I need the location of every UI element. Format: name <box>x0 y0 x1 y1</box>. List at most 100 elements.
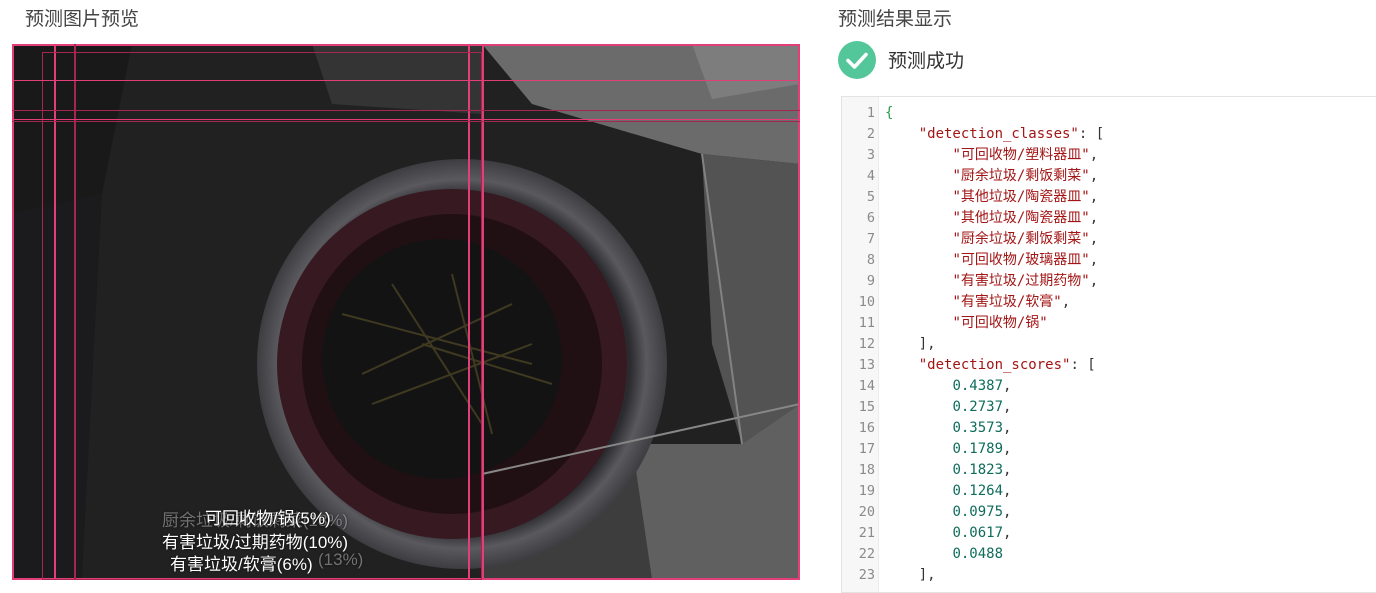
code-token: , <box>1089 168 1099 184</box>
line-number: 15 <box>858 399 875 415</box>
code-line: 23 ], <box>842 565 1376 586</box>
code-text: ], <box>885 334 936 355</box>
code-line: 1{ <box>842 103 1376 124</box>
code-text: "可回收物/塑料器皿", <box>885 145 1098 166</box>
code-text: "其他垃圾/陶瓷器皿", <box>885 187 1098 208</box>
line-number: 22 <box>858 546 875 562</box>
code-lines: 1{2 "detection_classes": [3 "可回收物/塑料器皿",… <box>842 103 1376 586</box>
code-text: "厨余垃圾/剩饭剩菜", <box>885 229 1098 250</box>
line-number: 2 <box>866 126 875 142</box>
code-line: 19 0.1264, <box>842 481 1376 502</box>
code-token: , <box>1003 420 1012 436</box>
code-token: 0.3573 <box>952 420 1004 436</box>
line-number: 8 <box>866 252 875 268</box>
line-number: 19 <box>858 483 875 499</box>
line-number: 17 <box>858 441 875 457</box>
line-number: 3 <box>866 147 875 163</box>
code-text: 0.1264, <box>885 481 1011 502</box>
code-token: , <box>1003 483 1012 499</box>
code-token: , <box>1089 231 1099 247</box>
code-token: 0.4387 <box>952 378 1004 394</box>
code-text: "有害垃圾/软膏", <box>885 292 1070 313</box>
code-token: "有害垃圾/软膏" <box>952 294 1062 310</box>
code-token: ], <box>918 336 936 352</box>
code-token: : [ <box>1070 357 1096 373</box>
code-text: "detection_classes": [ <box>885 124 1104 145</box>
code-token: 0.0975 <box>952 504 1004 520</box>
line-number: 1 <box>866 105 875 121</box>
line-number: 16 <box>858 420 875 436</box>
code-token: , <box>1003 441 1012 457</box>
code-line: 10 "有害垃圾/软膏", <box>842 292 1376 313</box>
code-token: "detection_classes" <box>918 126 1079 142</box>
code-token: , <box>1089 210 1099 226</box>
code-text: 0.0617, <box>885 523 1011 544</box>
code-line: 6 "其他垃圾/陶瓷器皿", <box>842 208 1376 229</box>
code-text: ], <box>885 565 936 586</box>
detection-label: 可回收物/锅(5%) <box>205 509 331 528</box>
code-token: { <box>885 105 894 121</box>
code-text: "可回收物/锅" <box>885 313 1048 334</box>
line-number: 6 <box>866 210 875 226</box>
code-text: 0.1823, <box>885 460 1011 481</box>
code-token: 0.1264 <box>952 483 1004 499</box>
line-number: 4 <box>866 168 875 184</box>
detection-label: 有害垃圾/软膏(6%) <box>170 555 313 574</box>
code-text: 0.1789, <box>885 439 1011 460</box>
preview-title: 预测图片预览 <box>25 8 140 30</box>
code-token: 0.1823 <box>952 462 1004 478</box>
json-viewer[interactable]: 1{2 "detection_classes": [3 "可回收物/塑料器皿",… <box>841 96 1376 593</box>
line-number: 14 <box>858 378 875 394</box>
code-text: 0.3573, <box>885 418 1011 439</box>
code-token: , <box>1003 399 1012 415</box>
code-text: 0.0488 <box>885 544 1003 565</box>
code-token: , <box>1003 378 1012 394</box>
line-number: 5 <box>866 189 875 205</box>
code-token: "其他垃圾/陶瓷器皿" <box>952 189 1090 205</box>
code-token: , <box>1003 504 1012 520</box>
code-token: "可回收物/玻璃器皿" <box>952 252 1090 268</box>
code-line: 20 0.0975, <box>842 502 1376 523</box>
code-token: , <box>1089 252 1099 268</box>
code-line: 2 "detection_classes": [ <box>842 124 1376 145</box>
code-token: "有害垃圾/过期药物" <box>952 273 1090 289</box>
code-text: "有害垃圾/过期药物", <box>885 271 1098 292</box>
code-token: "detection_scores" <box>918 357 1071 373</box>
code-line: 8 "可回收物/玻璃器皿", <box>842 250 1376 271</box>
code-token: "厨余垃圾/剩饭剩菜" <box>952 231 1090 247</box>
code-token: 0.2737 <box>952 399 1004 415</box>
code-line: 17 0.1789, <box>842 439 1376 460</box>
code-line: 3 "可回收物/塑料器皿", <box>842 145 1376 166</box>
code-line: 18 0.1823, <box>842 460 1376 481</box>
code-line: 21 0.0617, <box>842 523 1376 544</box>
status-text: 预测成功 <box>888 50 965 72</box>
code-line: 4 "厨余垃圾/剩饭剩菜", <box>842 166 1376 187</box>
code-token: ], <box>918 567 936 583</box>
code-line: 5 "其他垃圾/陶瓷器皿", <box>842 187 1376 208</box>
code-token: 0.0617 <box>952 525 1004 541</box>
line-number: 12 <box>858 336 875 352</box>
code-token: , <box>1089 147 1099 163</box>
code-line: 7 "厨余垃圾/剩饭剩菜", <box>842 229 1376 250</box>
code-token: "可回收物/锅" <box>952 315 1048 331</box>
code-token: "可回收物/塑料器皿" <box>952 147 1090 163</box>
code-token: "厨余垃圾/剩饭剩菜" <box>952 168 1090 184</box>
prediction-image-preview: 厨余垃圾/剩饭剩菜(18%) (13%) 可回收物/锅(5%) 有害垃圾/过期药… <box>12 44 800 580</box>
line-number: 7 <box>866 231 875 247</box>
code-text: { <box>885 103 893 124</box>
line-number: 13 <box>858 357 875 373</box>
code-token: 0.0488 <box>952 546 1004 562</box>
